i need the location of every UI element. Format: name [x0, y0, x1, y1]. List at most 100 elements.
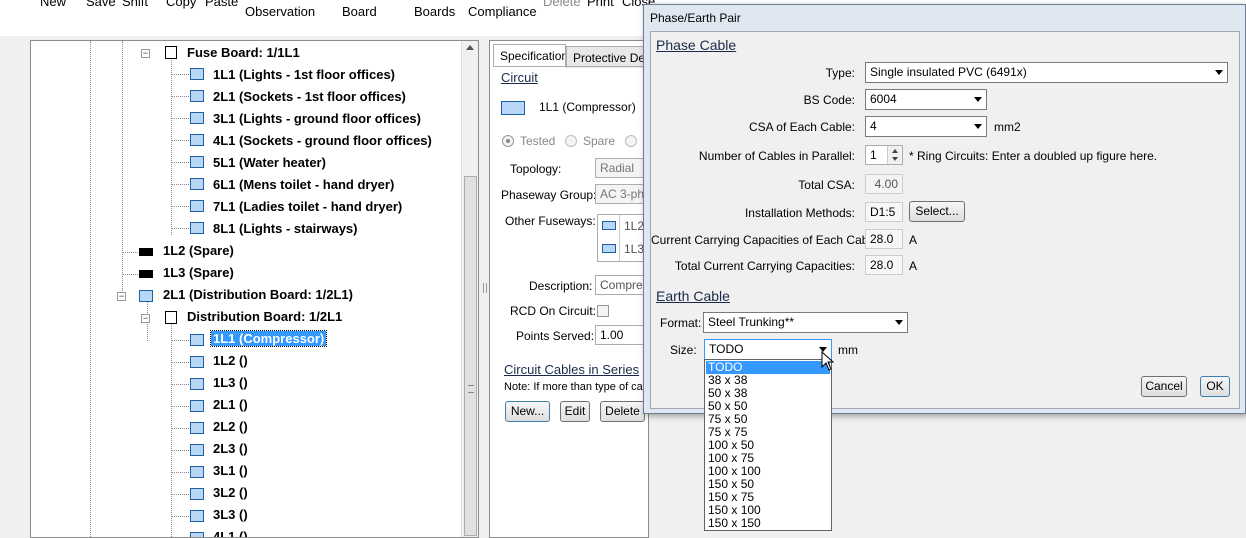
size-select[interactable]: TODO: [704, 339, 832, 360]
tree-item[interactable]: 5L1 (Water heater): [213, 155, 326, 171]
compliance-button[interactable]: Compliance: [468, 4, 537, 19]
circuit-icon: [190, 134, 204, 146]
scroll-thumb[interactable]: [464, 176, 477, 536]
tree-item[interactable]: 6L1 (Mens toilet - hand dryer): [213, 177, 394, 193]
topology-label: Topology:: [510, 162, 562, 176]
shift-button[interactable]: Shift: [122, 0, 148, 9]
paste-button[interactable]: Paste: [205, 0, 238, 9]
collapse-icon[interactable]: −: [141, 49, 150, 58]
tree-scrollbar[interactable]: [461, 41, 478, 537]
radio-spare[interactable]: [565, 135, 577, 147]
phaseway-field[interactable]: AC 3-pha: [595, 184, 650, 204]
csa-unit: mm2: [994, 120, 1021, 134]
bs-code-select[interactable]: 6004: [865, 89, 987, 110]
parallel-stepper[interactable]: 1: [865, 145, 903, 165]
board-button[interactable]: Board: [342, 4, 377, 19]
new-button[interactable]: New: [40, 0, 66, 9]
tab-protective-devices[interactable]: Protective Dev: [566, 46, 649, 68]
chevron-down-icon: [974, 97, 982, 102]
tree-item[interactable]: 7L1 (Ladies toilet - hand dryer): [213, 199, 402, 215]
format-select[interactable]: Steel Trunking**: [703, 312, 908, 333]
tree-item[interactable]: 1L3 (Spare): [163, 265, 234, 281]
tree-item[interactable]: 3L1 (Lights - ground floor offices): [213, 111, 421, 127]
collapse-icon[interactable]: −: [117, 292, 126, 301]
tab-specification[interactable]: Specification: [493, 44, 566, 66]
csa-select[interactable]: 4: [865, 116, 987, 137]
tree-item[interactable]: 3L2 (): [213, 485, 248, 501]
tree-item[interactable]: 2L1 (Distribution Board: 1/2L1): [163, 287, 353, 303]
circuit-icon: [190, 466, 204, 478]
fuseway-item[interactable]: 1L2: [624, 219, 644, 233]
copy-button[interactable]: Copy: [166, 0, 196, 9]
save-button[interactable]: Save: [86, 0, 116, 9]
tree-item[interactable]: 2L2 (): [213, 419, 248, 435]
tree-item[interactable]: 2L1 (Sockets - 1st floor offices): [213, 89, 406, 105]
description-field[interactable]: Compress: [595, 275, 650, 295]
tree-item[interactable]: 3L1 (): [213, 463, 248, 479]
new-cable-button[interactable]: New...: [505, 401, 550, 422]
delete-cable-button[interactable]: Delete: [600, 401, 645, 422]
board-tree[interactable]: − Fuse Board: 1/1L1 1L1 (Lights - 1st fl…: [30, 40, 479, 538]
arrow-up-icon[interactable]: [892, 149, 898, 153]
scroll-up-icon[interactable]: [466, 45, 474, 50]
ring-circuit-note: * Ring Circuits: Enter a doubled up figu…: [909, 149, 1158, 163]
splitter-grip-icon[interactable]: [483, 283, 487, 293]
description-label: Description:: [529, 279, 593, 293]
radio-tested[interactable]: [502, 135, 514, 147]
tree-item[interactable]: 1L1 (Lights - 1st floor offices): [213, 67, 395, 83]
spare-icon: [139, 270, 153, 278]
installation-methods-field[interactable]: D1:5: [865, 202, 903, 222]
ccc-field[interactable]: 28.0: [865, 229, 903, 249]
tree-item[interactable]: 4L1 (): [213, 529, 248, 537]
ccc-unit: A: [909, 233, 918, 247]
ok-button[interactable]: OK: [1200, 376, 1230, 397]
chevron-down-icon: [974, 124, 982, 129]
tree-item[interactable]: 2L1 (): [213, 397, 248, 413]
circuit-icon: [190, 378, 204, 390]
grip-icon: [468, 385, 474, 393]
tree-item[interactable]: 4L1 (Sockets - ground floor offices): [213, 133, 432, 149]
tree-item[interactable]: 3L3 (): [213, 507, 248, 523]
points-served-label: Points Served:: [516, 329, 595, 343]
cancel-button[interactable]: Cancel: [1141, 376, 1187, 397]
phase-cable-heading: Phase Cable: [656, 37, 737, 53]
spare-icon: [139, 248, 153, 256]
fuseway-item[interactable]: 1L3: [624, 242, 644, 256]
delete-button[interactable]: Delete: [543, 0, 581, 9]
tree-item[interactable]: 1L2 (Spare): [163, 243, 234, 259]
distribution-board-icon: [165, 311, 177, 324]
points-served-field[interactable]: 1.00: [595, 325, 650, 345]
parallel-value: 1: [870, 148, 877, 162]
rcd-checkbox[interactable]: [597, 305, 609, 317]
radio-spare-label: Spare: [583, 134, 616, 148]
boards-button[interactable]: Boards: [414, 4, 455, 19]
cables-note: Note: If more than type of cab: [504, 381, 649, 393]
radio-other[interactable]: [625, 135, 637, 147]
tree-item[interactable]: Fuse Board: 1/1L1: [187, 45, 300, 61]
topology-field[interactable]: Radial: [595, 158, 650, 178]
tree-item[interactable]: 2L3 (): [213, 441, 248, 457]
tree-guide-line: [122, 41, 123, 301]
size-dropdown-list[interactable]: TODO 38 x 38 50 x 38 50 x 50 75 x 50 75 …: [704, 359, 832, 531]
size-option[interactable]: 150 x 150: [706, 517, 830, 530]
circuit-icon: [190, 510, 204, 522]
tree-item[interactable]: 8L1 (Lights - stairways): [213, 221, 357, 237]
arrow-down-icon[interactable]: [892, 157, 898, 161]
edit-cable-button[interactable]: Edit: [560, 401, 590, 422]
circuit-icon: [190, 444, 204, 456]
phase-earth-pair-dialog: Phase/Earth Pair Phase Cable Type: Singl…: [643, 4, 1246, 414]
collapse-icon[interactable]: −: [141, 314, 150, 323]
tccc-field[interactable]: 28.0: [865, 255, 903, 275]
tree-item[interactable]: 1L3 (): [213, 375, 248, 391]
tree-item[interactable]: 1L2 (): [213, 353, 248, 369]
select-installation-button[interactable]: Select...: [909, 201, 965, 222]
observation-button[interactable]: Observation: [245, 4, 315, 19]
circuit-name: 1L1 (Compressor): [539, 100, 636, 114]
print-button[interactable]: Print: [587, 0, 614, 9]
type-select[interactable]: Single insulated PVC (6491x): [865, 62, 1228, 83]
circuit-icon: [190, 422, 204, 434]
tree-item-selected[interactable]: 1L1 (Compressor): [209, 330, 328, 347]
tree-item[interactable]: Distribution Board: 1/2L1: [187, 309, 342, 325]
circuit-icon: [139, 290, 153, 302]
chevron-down-icon: [895, 320, 903, 325]
